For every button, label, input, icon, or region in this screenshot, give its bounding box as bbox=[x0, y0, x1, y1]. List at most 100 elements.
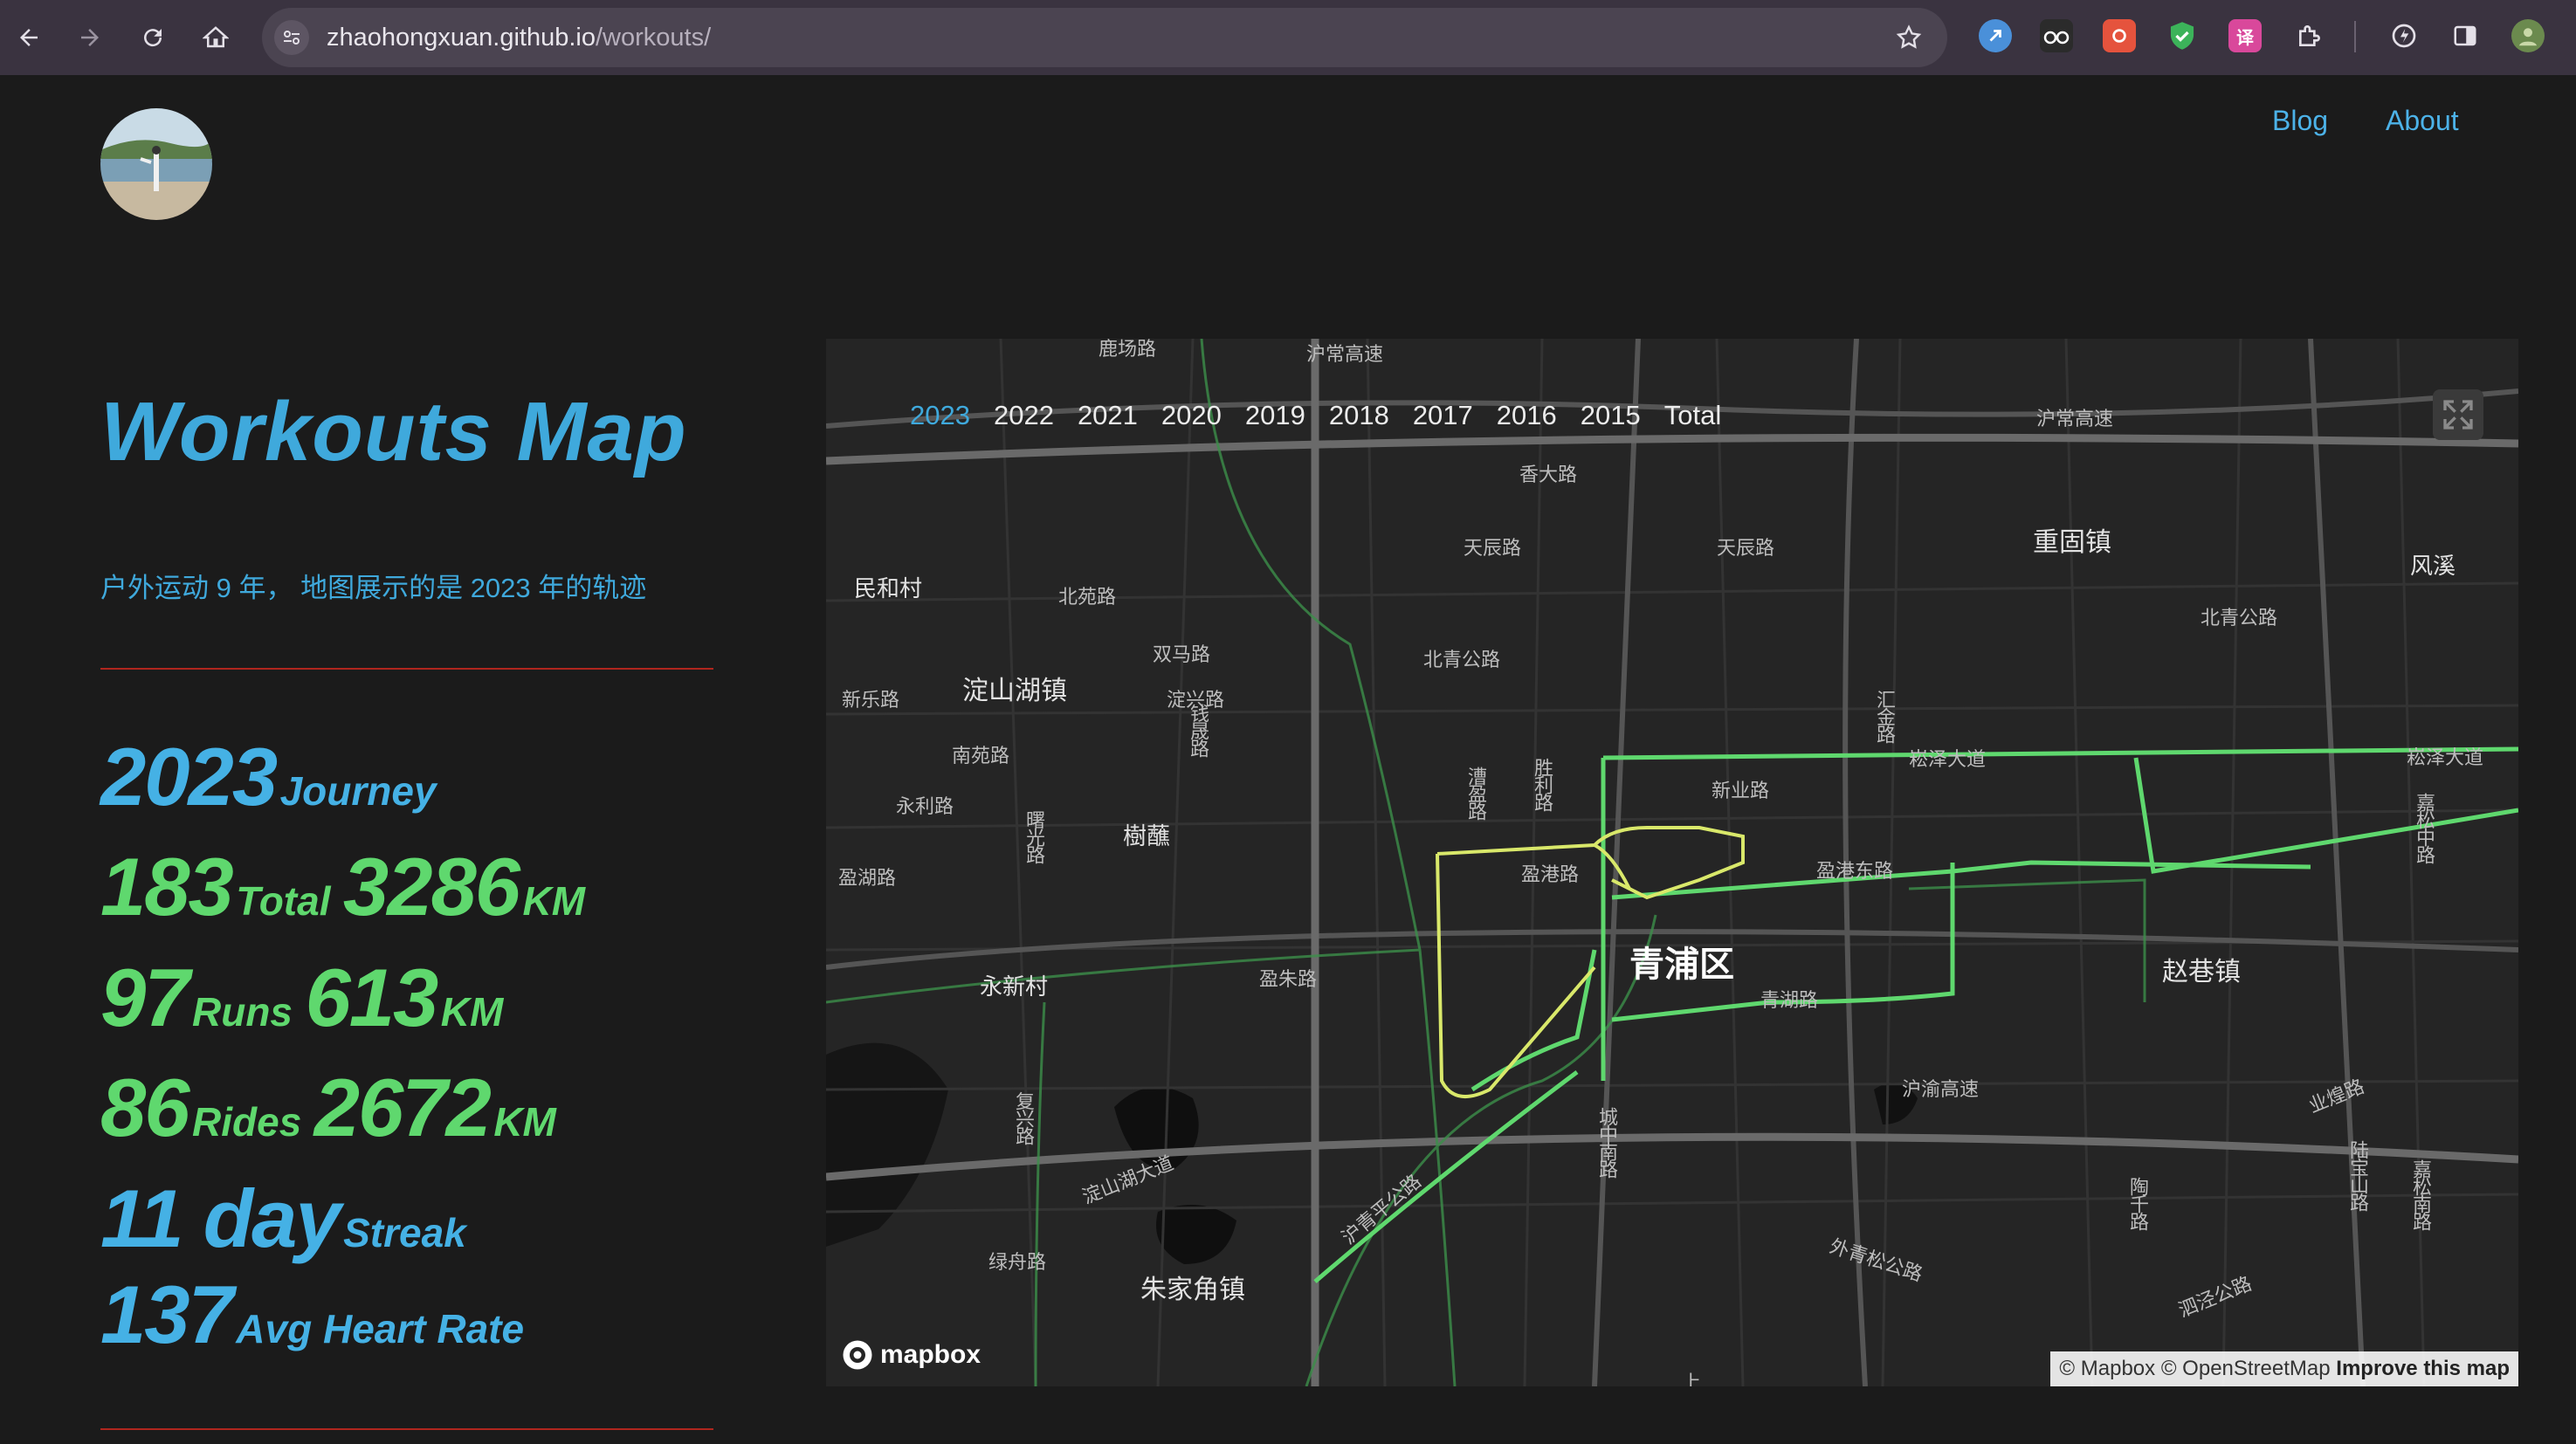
stat-streak: 11 day Streak bbox=[100, 1172, 466, 1266]
map-label-fengxi: 风溪 bbox=[2410, 553, 2456, 579]
nav-blog-link[interactable]: Blog bbox=[2272, 105, 2328, 137]
stat-total: 183 Total 3286 KM bbox=[100, 840, 585, 934]
road-label: 北青公路 bbox=[2201, 607, 2278, 629]
road-label: 汇金路 bbox=[1874, 690, 1896, 742]
nav-about-link[interactable]: About bbox=[2386, 105, 2459, 137]
road-label: 陆宝山路 bbox=[2347, 1140, 2369, 1210]
divider-bottom bbox=[100, 1428, 713, 1430]
road-label: 新业路 bbox=[1712, 780, 1770, 801]
runs-count: 97 bbox=[100, 952, 190, 1043]
total-km: 3286 bbox=[342, 841, 520, 932]
map-label-chonggu: 重固镇 bbox=[2033, 528, 2111, 557]
fullscreen-icon[interactable] bbox=[2433, 389, 2483, 440]
extension-red-icon[interactable] bbox=[2103, 19, 2136, 52]
road-label: 北青公路 bbox=[1423, 649, 1501, 670]
divider-top bbox=[100, 668, 713, 670]
road-label: 香大路 bbox=[1519, 464, 1578, 485]
extensions-puzzle-icon[interactable] bbox=[2293, 19, 2326, 52]
extension-blue-icon[interactable] bbox=[1979, 19, 2012, 52]
road-label: 沪常高速 bbox=[1306, 343, 1384, 365]
year-tab-2018[interactable]: 2018 bbox=[1329, 400, 1389, 431]
mapbox-logo-text: mapbox bbox=[880, 1340, 981, 1369]
site-avatar[interactable] bbox=[100, 108, 212, 220]
road-label: 盈朱路 bbox=[1259, 968, 1318, 990]
road-label: 天辰路 bbox=[1717, 537, 1775, 559]
address-bar[interactable]: zhaohongxuan.github.io/workouts/ bbox=[262, 8, 1947, 67]
road-label: 复兴路 bbox=[1013, 1091, 1035, 1144]
workouts-map[interactable]: 2023 2022 2021 2020 2019 2018 2017 2016 … bbox=[826, 339, 2518, 1386]
profile-avatar-icon[interactable] bbox=[2511, 19, 2545, 52]
road-label: 南苑路 bbox=[952, 745, 1010, 767]
year-selector: 2023 2022 2021 2020 2019 2018 2017 2016 … bbox=[910, 400, 1745, 431]
total-km-unit: KM bbox=[522, 878, 586, 924]
stat-journey: 2023 Journey bbox=[100, 730, 437, 824]
road-label: 北苑路 bbox=[1058, 586, 1117, 608]
map-basemap bbox=[826, 339, 2518, 1386]
avg-hr-value: 137 bbox=[100, 1269, 234, 1360]
road-label: 永利路 bbox=[896, 795, 954, 817]
map-label-zhujiajiao: 朱家角镇 bbox=[1140, 1276, 1245, 1304]
road-label: 新乐路 bbox=[842, 689, 900, 711]
back-icon[interactable] bbox=[7, 16, 51, 59]
mapbox-logo[interactable]: mapbox bbox=[842, 1339, 981, 1371]
year-tab-2021[interactable]: 2021 bbox=[1078, 400, 1138, 431]
forward-icon[interactable] bbox=[68, 16, 112, 59]
road-label: 漕盈路 bbox=[1465, 767, 1487, 819]
map-attribution: © Mapbox © OpenStreetMap Improve this ma… bbox=[2050, 1351, 2518, 1386]
year-tab-total[interactable]: Total bbox=[1664, 400, 1721, 431]
year-tab-2019[interactable]: 2019 bbox=[1245, 400, 1305, 431]
runs-label: Runs bbox=[192, 989, 293, 1035]
total-count: 183 bbox=[100, 841, 234, 932]
road-label: 崧泽大道 bbox=[2407, 746, 2484, 768]
bookmark-star-icon[interactable] bbox=[1891, 20, 1926, 55]
avg-hr-label: Avg Heart Rate bbox=[236, 1306, 525, 1351]
browser-toolbar: zhaohongxuan.github.io/workouts/ 译 bbox=[0, 0, 2576, 75]
side-panel-icon[interactable] bbox=[2449, 19, 2482, 52]
year-tab-2020[interactable]: 2020 bbox=[1161, 400, 1222, 431]
rides-count: 86 bbox=[100, 1062, 190, 1153]
stat-rides: 86 Rides 2672 KM bbox=[100, 1061, 556, 1155]
improve-map-link[interactable]: Improve this map bbox=[2336, 1357, 2510, 1380]
year-tab-2016[interactable]: 2016 bbox=[1497, 400, 1557, 431]
url-host: zhaohongxuan.github.io bbox=[327, 24, 596, 52]
road-label: 盈湖路 bbox=[838, 867, 897, 889]
streak-label: Streak bbox=[343, 1210, 466, 1255]
attribution-text[interactable]: © Mapbox © OpenStreetMap bbox=[2059, 1357, 2330, 1380]
page-subtitle: 户外运动 9 年， 地图展示的是 2023 年的轨迹 bbox=[100, 573, 647, 603]
stat-avg-heart-rate: 137 Avg Heart Rate bbox=[100, 1268, 524, 1362]
rides-km-unit: KM bbox=[493, 1099, 556, 1145]
map-label-dianshanhu: 淀山湖镇 bbox=[962, 677, 1067, 705]
road-label: 盈港东路 bbox=[1816, 860, 1894, 882]
rides-label: Rides bbox=[192, 1099, 302, 1145]
year-tab-2015[interactable]: 2015 bbox=[1581, 400, 1641, 431]
road-label: 沪渝高速 bbox=[1902, 1078, 1980, 1100]
road-label: 青湖路 bbox=[1760, 989, 1819, 1011]
map-label-qingpu: 青浦区 bbox=[1629, 945, 1734, 984]
road-label: 曙光路 bbox=[1023, 810, 1045, 863]
road-label: 上 bbox=[1682, 1372, 1702, 1386]
runs-km: 613 bbox=[305, 952, 438, 1043]
map-label-minhecun: 民和村 bbox=[854, 575, 923, 602]
site-settings-icon[interactable] bbox=[274, 20, 309, 55]
url-text[interactable]: zhaohongxuan.github.io/workouts/ bbox=[327, 8, 711, 67]
extension-translate-icon[interactable]: 译 bbox=[2228, 19, 2262, 52]
total-label: Total bbox=[236, 878, 331, 924]
extension-glasses-icon[interactable] bbox=[2040, 19, 2073, 52]
road-label: 鹿场路 bbox=[1099, 339, 1157, 360]
road-label: 盈港路 bbox=[1521, 863, 1580, 885]
road-label: 嘉松中路 bbox=[2414, 793, 2435, 863]
road-label: 双马路 bbox=[1153, 643, 1211, 665]
rides-km: 2672 bbox=[313, 1062, 492, 1153]
year-tab-2022[interactable]: 2022 bbox=[994, 400, 1054, 431]
year-tab-2017[interactable]: 2017 bbox=[1413, 400, 1473, 431]
reload-icon[interactable] bbox=[131, 16, 175, 59]
lake bbox=[1156, 1205, 1236, 1264]
performance-icon[interactable] bbox=[2387, 19, 2421, 52]
map-label-shuxiang: 樹蘸 bbox=[1123, 823, 1170, 849]
streak-value: 11 day bbox=[100, 1172, 341, 1264]
stat-runs: 97 Runs 613 KM bbox=[100, 951, 503, 1045]
home-icon[interactable] bbox=[194, 16, 238, 59]
journey-year: 2023 bbox=[100, 731, 278, 822]
year-tab-2023[interactable]: 2023 bbox=[910, 400, 970, 431]
extension-shield-icon[interactable] bbox=[2166, 19, 2199, 52]
